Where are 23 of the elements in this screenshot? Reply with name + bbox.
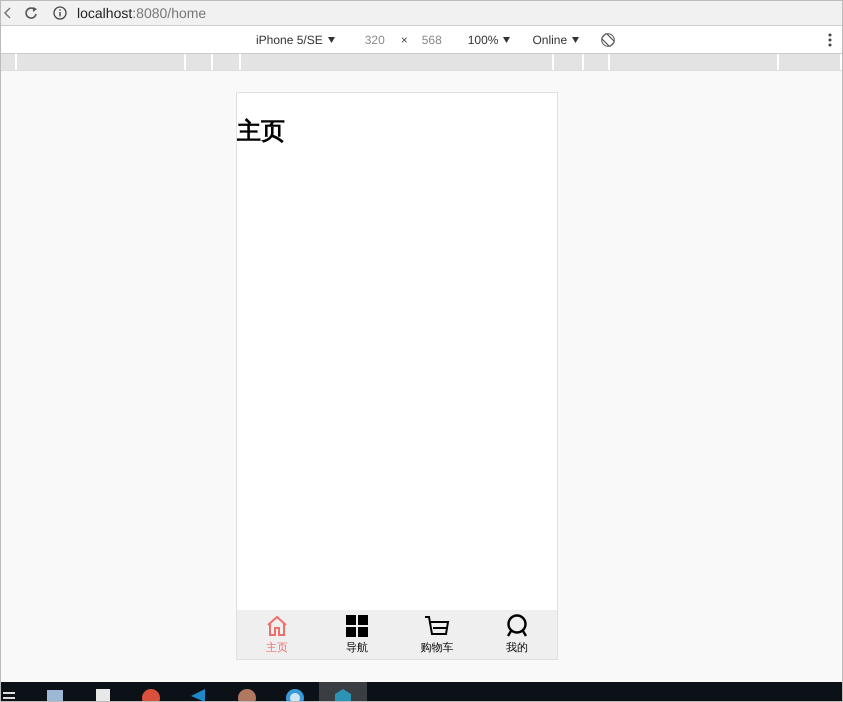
width-field[interactable]: 320 [364,32,389,46]
info-icon [53,6,67,20]
caret-icon [503,36,510,42]
times-sign: × [400,32,408,46]
page-heading: 主页 [237,117,286,145]
rotate-icon[interactable] [601,32,616,46]
reload-icon[interactable] [25,7,39,19]
url-text[interactable]: localhost:8080/home [77,5,206,21]
caret-icon [572,36,580,42]
zoom-dropdown[interactable]: 100% [468,32,510,46]
back-icon[interactable] [3,7,11,19]
tab-item[interactable]: 导航 [317,610,397,659]
caret-icon [328,36,335,42]
home-icon [265,614,289,638]
more-icon[interactable] [828,32,832,46]
cart-icon [424,614,450,638]
device-dropdown[interactable]: iPhone 5/SE [256,32,335,46]
network-dropdown[interactable]: Online [532,32,580,46]
grid-icon [345,614,369,638]
tab-item[interactable]: 购物车 [397,610,477,659]
user-icon [505,614,529,638]
tab-item[interactable]: 我的 [477,610,557,659]
height-field[interactable]: 568 [422,32,446,46]
